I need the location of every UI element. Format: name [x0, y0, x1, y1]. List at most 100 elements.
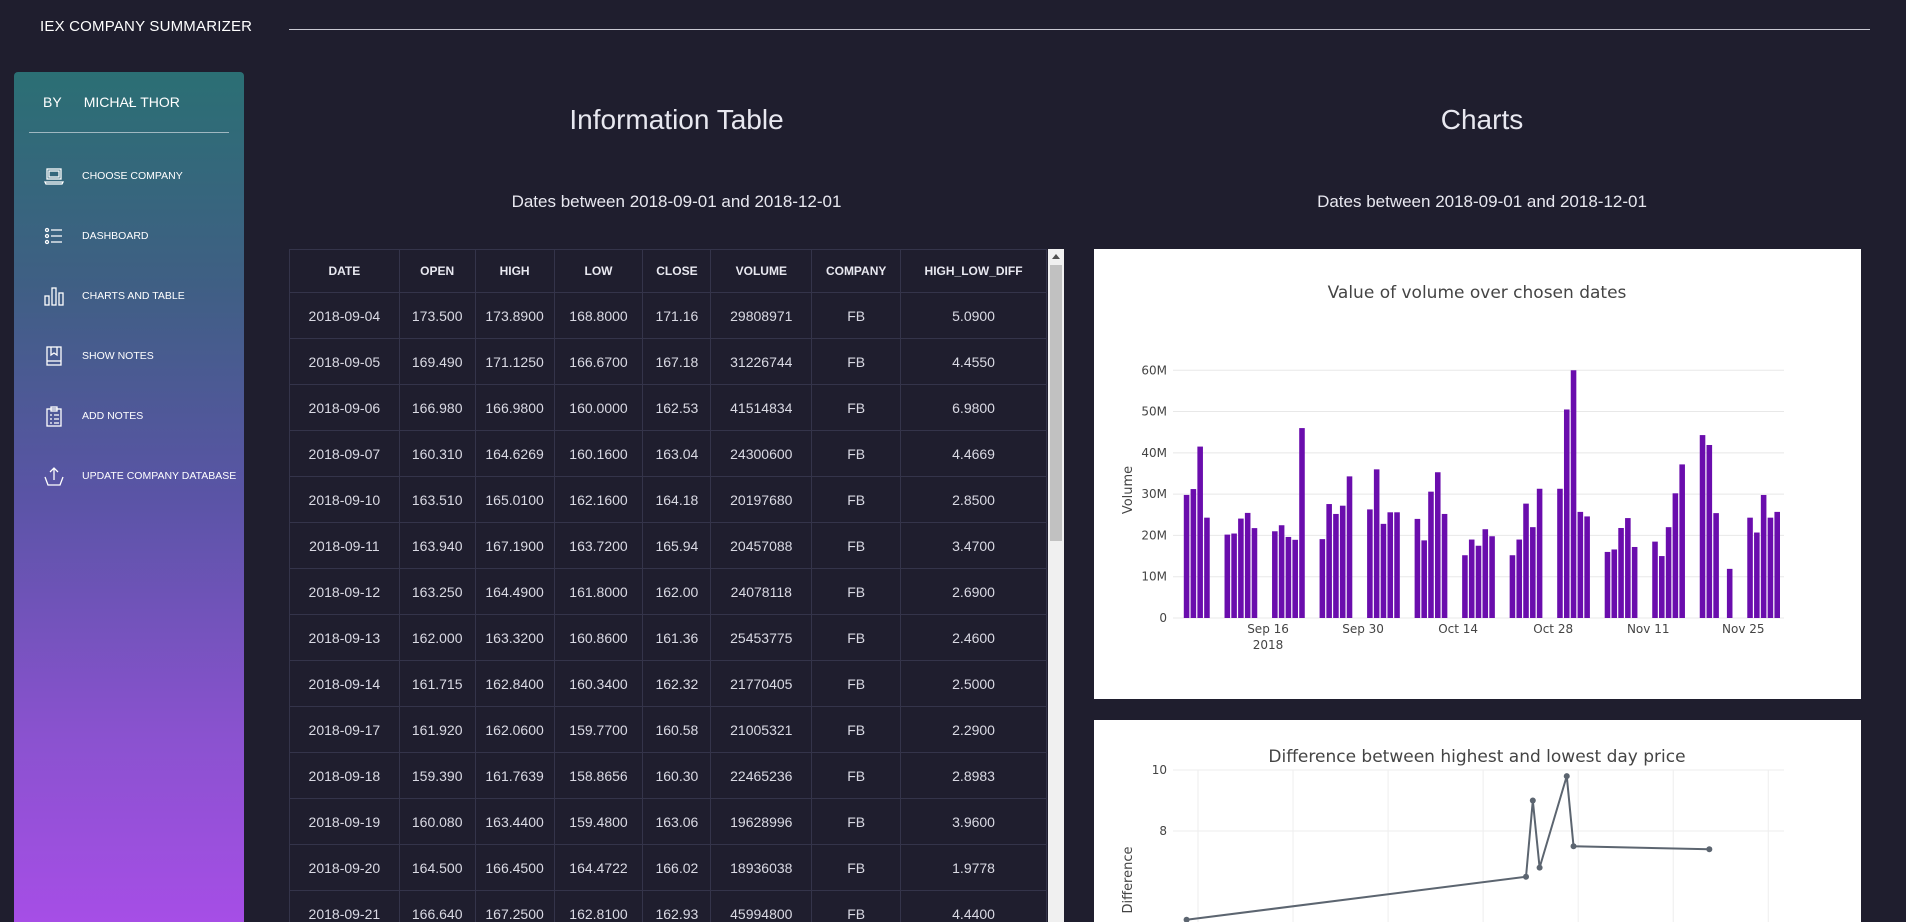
volume-bar	[1244, 512, 1251, 618]
volume-bar	[1339, 505, 1346, 618]
sidebar-item-dashboard[interactable]: DASHBOARD	[40, 221, 149, 251]
volume-bar	[1659, 556, 1665, 618]
table-section-subtitle: Dates between 2018-09-01 and 2018-12-01	[511, 192, 842, 211]
y-tick-label: 10M	[1141, 570, 1167, 584]
table-cell: 22465236	[710, 752, 813, 799]
table-row: 2018-09-12 163.250 164.4900 161.8000 162.00 2…	[289, 568, 1047, 615]
table-row: 2018-09-06 166.980 166.9800 160.0000 162.53 4…	[289, 384, 1047, 431]
x-tick-label: Oct 14	[1438, 622, 1478, 636]
author-by-label: BY	[43, 94, 62, 110]
volume-bar	[1563, 409, 1570, 618]
laptop-icon	[40, 162, 68, 190]
author-credit: BY MICHAŁ THOR	[43, 94, 180, 110]
volume-bar	[1434, 472, 1441, 618]
table-cell: 163.7200	[553, 522, 644, 569]
volume-bar	[1285, 536, 1292, 618]
volume-bar	[1767, 517, 1774, 618]
table-cell: FB	[811, 660, 902, 707]
table-cell: 173.500	[398, 292, 476, 339]
volume-bar	[1584, 516, 1590, 618]
sidebar-item-charts-and-table[interactable]: CHARTS AND TABLE	[40, 281, 185, 311]
table-row: 2018-09-20 164.500 166.4500 164.4722 166.02 1…	[289, 844, 1047, 891]
table-cell: 160.080	[398, 798, 476, 845]
table-cell: 165.0100	[474, 476, 555, 523]
table-cell: 159.390	[398, 752, 476, 799]
table-scrollbar[interactable]	[1048, 249, 1064, 922]
difference-chart-card: Difference between highest and lowest da…	[1094, 720, 1861, 922]
difference-point	[1536, 864, 1543, 871]
table-cell: 164.18	[642, 476, 712, 523]
clipboard-icon	[40, 402, 68, 430]
information-table: DATE OPEN HIGH LOW CLOSE VOLUME COMPANY HIGH_LO…	[289, 249, 1047, 922]
volume-bar	[1611, 549, 1618, 618]
table-cell: 168.8000	[553, 292, 644, 339]
volume-bar	[1238, 518, 1244, 618]
chart-title: Difference between highest and lowest da…	[1268, 747, 1685, 767]
table-cell: 166.6700	[553, 338, 644, 385]
table-cell: 166.640	[398, 890, 476, 922]
table-header-row: DATE OPEN HIGH LOW CLOSE VOLUME COMPANY HIGH_LO…	[289, 249, 1047, 293]
x-tick-label: Sep 30	[1342, 622, 1384, 636]
sidebar-item-label: ADD NOTES	[82, 410, 144, 422]
table-cell: 2018-09-04	[289, 292, 400, 339]
volume-bar-chart: Value of volume over chosen dates 0 10M 20M…	[1121, 283, 1784, 652]
x-tick-label: Sep 16	[1247, 622, 1289, 636]
table-cell: 165.94	[642, 522, 712, 569]
volume-bar	[1231, 533, 1237, 618]
table-cell: 162.8100	[553, 890, 644, 922]
volume-bar	[1441, 513, 1448, 618]
sidebar-item-label: DASHBOARD	[82, 230, 149, 242]
column-header: VOLUME	[710, 249, 813, 293]
table-cell: 18936038	[710, 844, 813, 891]
table-cell: 166.980	[398, 384, 476, 431]
volume-bar	[1251, 528, 1258, 618]
table-cell: 2018-09-19	[289, 798, 400, 845]
table-cell: FB	[811, 568, 902, 615]
table-cell: 161.8000	[553, 568, 644, 615]
volume-bar	[1204, 517, 1210, 618]
sidebar-item-add-notes[interactable]: ADD NOTES	[40, 401, 143, 431]
table-cell: 24300600	[710, 430, 813, 477]
column-header: CLOSE	[642, 249, 712, 293]
scroll-thumb[interactable]	[1050, 265, 1062, 541]
volume-bar	[1224, 534, 1231, 618]
table-cell: 41514834	[710, 384, 813, 431]
sidebar-item-choose-company[interactable]: CHOOSE COMPANY	[40, 161, 183, 191]
volume-bar	[1197, 446, 1203, 618]
table-cell: 20197680	[710, 476, 813, 523]
sidebar-divider	[29, 132, 229, 133]
difference-point	[1570, 843, 1577, 850]
y-tick-label: 20M	[1141, 528, 1167, 542]
volume-bar	[1774, 511, 1780, 618]
sidebar-item-show-notes[interactable]: SHOW NOTES	[40, 341, 154, 371]
sidebar-item-label: CHOOSE COMPANY	[82, 170, 183, 182]
volume-bar	[1190, 489, 1197, 618]
table-cell: 160.58	[642, 706, 712, 753]
column-header: OPEN	[398, 249, 476, 293]
volume-bar	[1625, 518, 1631, 618]
volume-bar	[1557, 488, 1563, 618]
table-cell: 160.8600	[553, 614, 644, 661]
y-tick-label: 8	[1159, 824, 1167, 838]
difference-point	[1529, 797, 1536, 804]
volume-bar	[1428, 491, 1434, 618]
scroll-up-arrow-icon[interactable]	[1048, 249, 1064, 263]
table-row: 2018-09-05 169.490 171.1250 166.6700 167.18 3…	[289, 338, 1047, 385]
volume-bar	[1652, 541, 1658, 618]
charts-section-subtitle: Dates between 2018-09-01 and 2018-12-01	[1317, 192, 1647, 211]
table-cell: 159.7700	[553, 706, 644, 753]
table-cell: 162.8400	[474, 660, 555, 707]
volume-bar	[1699, 435, 1706, 618]
difference-line-chart: Difference between highest and lowest da…	[1121, 747, 1784, 922]
table-row: 2018-09-21 166.640 167.2500 162.8100 162.93 4…	[289, 890, 1047, 922]
table-cell: 6.9800	[900, 384, 1047, 431]
sidebar-item-update-company-database[interactable]: UPDATE COMPANY DATABASE	[40, 461, 236, 491]
table-cell: 167.18	[642, 338, 712, 385]
volume-bar	[1292, 539, 1298, 618]
volume-bar	[1326, 504, 1332, 618]
volume-chart-card: Value of volume over chosen dates 0 10M 20M…	[1094, 249, 1861, 699]
table-cell: 31226744	[710, 338, 813, 385]
volume-bar	[1747, 517, 1753, 618]
volume-bar	[1516, 539, 1523, 618]
header-divider	[289, 29, 1870, 30]
